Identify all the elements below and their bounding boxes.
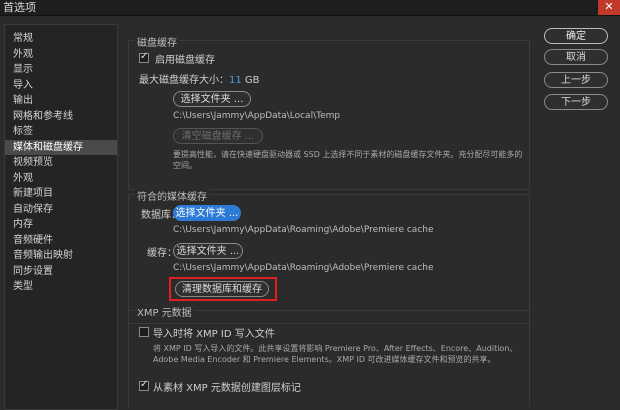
disk-cache-section: 磁盘缓存 启用磁盘缓存 最大磁盘缓存大小：11 GB 选择文件夹 ... C:\… [128,34,530,190]
sidebar-item[interactable]: 导入 [5,78,117,93]
next-button[interactable]: 下一步 [544,94,608,110]
database-path: C:\Users\Jammy\AppData\Roaming\Adobe\Pre… [173,225,434,235]
disk-cache-path: C:\Users\Jammy\AppData\Local\Temp [173,111,341,121]
sidebar-item[interactable]: 音频硬件 [5,233,117,248]
select-database-folder-button[interactable]: 选择文件夹 ... [173,205,241,221]
write-xmp-checkbox[interactable] [139,327,149,337]
sidebar-item[interactable]: 视频预览 [5,155,117,170]
xmp-note: 将 XMP ID 写入导入的文件。此共享设置将影响 Premiere Pro、A… [153,344,518,364]
cache-path: C:\Users\Jammy\AppData\Roaming\Adobe\Pre… [173,263,434,273]
sidebar: 常规 外观 显示 导入 输出 网格和参考线 标签 媒体和磁盘缓存 视频预览 外观 新建项目 自动保存内… [4,24,118,410]
write-xmp-label: 导入时将 XMP ID 写入文件 [153,329,275,340]
cancel-button[interactable]: 取消 [544,49,608,65]
ok-button[interactable]: 确定 [544,28,608,44]
sidebar-item[interactable]: 外观 [5,171,117,186]
sidebar-item[interactable]: 显示 [5,62,117,77]
clear-disk-cache-button[interactable]: 清空磁盘缓存 ... [173,128,263,144]
max-size-unit: GB [244,75,260,86]
sidebar-item[interactable]: 自动保存 [5,202,117,217]
sidebar-item[interactable]: 内存 [5,217,117,232]
xmp-markers-checkbox[interactable] [139,379,149,391]
sidebar-item[interactable]: 网格和参考线 [5,109,117,124]
title-bar: 首选项 ✕ [0,0,620,16]
enable-disk-cache-label: 启用磁盘缓存 [155,55,215,66]
xmp-markers-label: 从素材 XMP 元数据创建图层标记 [153,383,301,394]
max-size-value[interactable]: 11 [229,75,242,86]
sidebar-item[interactable]: 标签 [5,124,117,139]
select-cache-folder-button[interactable]: 选择文件夹 ... [173,243,243,259]
xmp-section: XMP 元数据 导入时将 XMP ID 写入文件 将 XMP ID 写入导入的文… [128,304,530,407]
clean-database-and-cache-button[interactable]: 清理数据库和缓存 [175,281,269,297]
max-size-text: 最大磁盘缓存大小： [139,75,229,86]
disk-cache-title: 磁盘缓存 [135,34,179,49]
media-cache-title: 符合的媒体缓存 [135,188,209,203]
sidebar-item[interactable]: 外观 [5,47,117,62]
window-title: 首选项 [3,1,36,14]
prev-button[interactable]: 上一步 [544,72,608,88]
sidebar-item[interactable]: 同步设置 [5,264,117,279]
close-icon[interactable]: ✕ [598,0,620,15]
sidebar-item[interactable]: 媒体和磁盘缓存 [5,139,117,155]
sidebar-item[interactable]: 类型 [5,279,117,294]
sidebar-item[interactable]: 音频输出映射 [5,248,117,263]
max-size-label: 最大磁盘缓存大小：11 GB [139,71,260,86]
disk-cache-note: 要提高性能，请在快速硬盘驱动器或 SSD 上选择不同于素材的磁盘缓存文件夹。充分… [173,150,523,170]
xmp-title: XMP 元数据 [135,304,194,319]
sidebar-item[interactable]: 输出 [5,93,117,108]
sidebar-item[interactable]: 新建项目 [5,186,117,201]
enable-disk-cache-checkbox[interactable] [139,51,149,63]
select-disk-cache-folder-button[interactable]: 选择文件夹 ... [173,91,251,107]
sidebar-item[interactable]: 常规 [5,31,117,46]
content-panel: 磁盘缓存 启用磁盘缓存 最大磁盘缓存大小：11 GB 选择文件夹 ... C:\… [118,24,536,408]
